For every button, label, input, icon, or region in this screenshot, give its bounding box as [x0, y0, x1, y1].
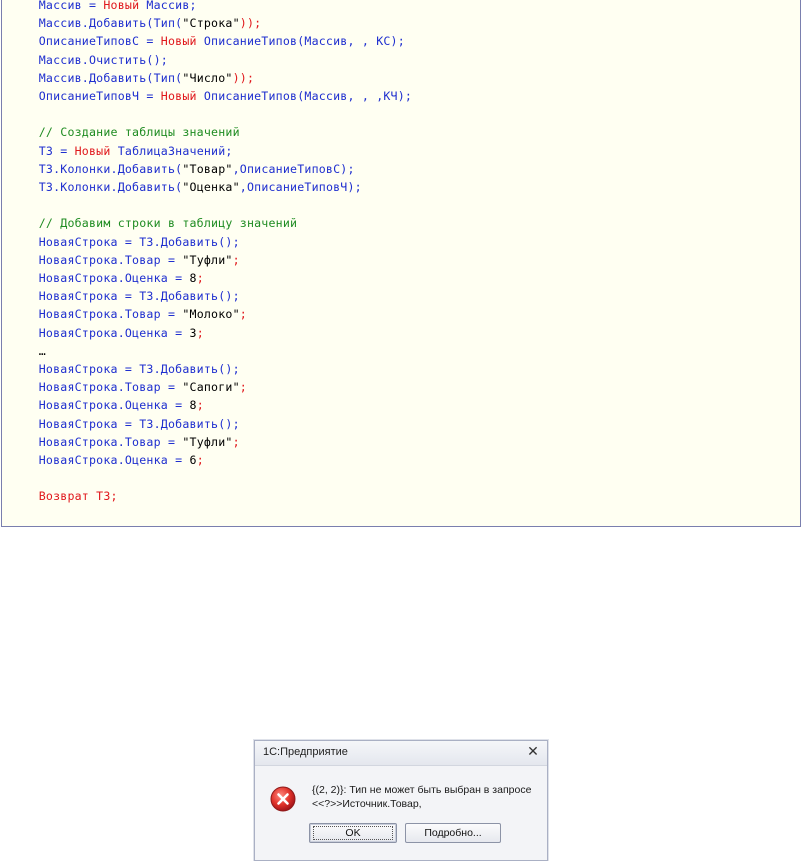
code-token: // Добавим строки в таблицу значений	[10, 216, 298, 231]
code-token: ОписаниеТиповС =	[10, 34, 161, 49]
code-token: НоваяСтрока.Товар =	[10, 252, 183, 267]
code-token: ТЗ =	[10, 143, 75, 158]
code-token: Возврат ТЗ;	[10, 489, 118, 504]
focus-rect	[313, 826, 393, 840]
code-token: Массив.Очистить();	[10, 52, 168, 67]
dialog-titlebar[interactable]: 1С:Предприятие ✕	[255, 741, 547, 766]
ok-button[interactable]: OK	[309, 823, 397, 843]
code-line: НоваяСтрока.Оценка = 8;	[10, 396, 204, 414]
code-line: НоваяСтрока = ТЗ.Добавить();	[10, 415, 240, 433]
message-line-2: <<?>>Источник.Товар,	[312, 798, 422, 810]
dialog-title: 1С:Предприятие	[263, 746, 348, 758]
code-token: НоваяСтрока.Оценка =	[10, 325, 190, 340]
code-token: Массив =	[10, 0, 104, 12]
code-token: КонецФункции	[10, 526, 96, 527]
code-token: НоваяСтрока.Оценка =	[10, 453, 190, 467]
code-token: "Число"	[182, 70, 233, 85]
code-token: Новый	[160, 34, 197, 49]
code-token: "Товар"	[182, 161, 233, 176]
code-token: НоваяСтрока = ТЗ.Добавить();	[10, 416, 240, 431]
code-token: ,ОписаниеТиповС);	[232, 161, 355, 176]
dialog-message: {(2, 2)}: Тип не может быть выбран в зап…	[312, 783, 542, 811]
code-token: …	[10, 343, 46, 358]
code-token: ;	[196, 398, 204, 413]
code-line: НоваяСтрока.Оценка = 6;	[10, 451, 204, 469]
code-token: НоваяСтрока.Товар =	[10, 434, 183, 449]
code-line: НоваяСтрока.Товар = "Туфли";	[10, 251, 240, 269]
code-token: НоваяСтрока = ТЗ.Добавить();	[10, 289, 240, 304]
code-line: // Создание таблицы значений	[10, 123, 240, 141]
code-line: ОписаниеТиповЧ = Новый ОписаниеТипов(Мас…	[10, 87, 412, 105]
code-token: ));	[232, 70, 255, 85]
code-line: НоваяСтрока.Оценка = 8;	[10, 269, 204, 287]
code-token: "Молоко"	[182, 307, 240, 322]
code-token: ;	[232, 434, 240, 449]
code-token: // Создание таблицы значений	[10, 125, 240, 140]
code-token: ;	[196, 271, 204, 285]
code-token: ;	[239, 307, 247, 322]
error-icon	[270, 786, 296, 812]
code-token: ;	[196, 325, 204, 340]
details-button-label: Подробно...	[424, 827, 482, 839]
code-line: НоваяСтрока.Оценка = 3;	[10, 324, 204, 342]
code-token: НоваяСтрока.Оценка =	[10, 271, 190, 285]
code-token: "Строка"	[182, 16, 240, 31]
code-token: НоваяСтрока = ТЗ.Добавить();	[10, 234, 240, 249]
code-token: ;	[196, 453, 204, 467]
code-line: Массив.Добавить(Тип("Число"));	[10, 69, 254, 87]
code-line: ТЗ = Новый ТаблицаЗначений;	[10, 142, 233, 160]
code-line: Массив.Очистить();	[10, 51, 168, 69]
code-line: ТЗ.Колонки.Добавить("Товар",ОписаниеТипо…	[10, 160, 355, 178]
code-token: Новый	[74, 143, 111, 158]
code-line: // Добавим строки в таблицу значений	[10, 214, 297, 232]
code-token: Массив.Добавить(Тип(	[10, 70, 183, 85]
code-line: НоваяСтрока.Товар = "Сапоги";	[10, 378, 247, 396]
code-token: ОписаниеТипов(Массив, , КС);	[196, 34, 405, 49]
code-token: НоваяСтрока.Товар =	[10, 307, 183, 322]
code-token: ТЗ.Колонки.Добавить(	[10, 180, 183, 194]
code-token: Новый	[160, 89, 197, 103]
code-token: "Туфли"	[182, 434, 233, 449]
code-line: НоваяСтрока.Товар = "Туфли";	[10, 433, 240, 451]
code-line: Возврат ТЗ;	[10, 487, 118, 505]
code-token: "Туфли"	[182, 252, 233, 267]
code-token: Новый	[103, 0, 140, 12]
code-token: НоваяСтрока.Оценка =	[10, 398, 190, 413]
code-editor[interactable]: Массив = Новый Массив; Массив.Добавить(Т…	[1, 0, 801, 527]
code-line: ТЗ.Колонки.Добавить("Оценка",ОписаниеТип…	[10, 178, 362, 196]
dialog-body: {(2, 2)}: Тип не может быть выбран в зап…	[255, 766, 547, 860]
code-token: ;	[239, 380, 247, 395]
code-token: ,ОписаниеТиповЧ);	[239, 180, 362, 194]
code-line: …	[10, 342, 46, 360]
code-token: "Оценка"	[182, 180, 240, 194]
code-token: ОписаниеТипов(Массив, , ,КЧ);	[196, 89, 413, 103]
code-token: ОписаниеТиповЧ =	[10, 89, 161, 103]
code-line: ОписаниеТиповС = Новый ОписаниеТипов(Мас…	[10, 32, 405, 50]
code-token: Массив;	[139, 0, 197, 12]
details-button[interactable]: Подробно...	[405, 823, 501, 843]
code-line: НоваяСтрока.Товар = "Молоко";	[10, 305, 247, 323]
code-line: Массив = Новый Массив;	[10, 0, 197, 14]
code-token: 8	[189, 271, 197, 285]
code-token: "Сапоги"	[182, 380, 240, 395]
code-token: НоваяСтрока = ТЗ.Добавить();	[10, 362, 240, 376]
code-token: 8	[189, 398, 197, 413]
code-token: 6	[189, 453, 197, 467]
code-token: Массив.Добавить(Тип(	[10, 16, 183, 31]
code-line: НоваяСтрока = ТЗ.Добавить();	[10, 287, 240, 305]
code-line: НоваяСтрока = ТЗ.Добавить();	[10, 360, 240, 378]
code-line: НоваяСтрока = ТЗ.Добавить();	[10, 233, 240, 251]
error-dialog: 1С:Предприятие ✕ {(2, 2)}: Тип не может …	[254, 740, 548, 861]
code-token: ));	[239, 16, 262, 31]
code-token: ТаблицаЗначений;	[110, 143, 233, 158]
code-token: НоваяСтрока.Товар =	[10, 380, 183, 395]
close-icon[interactable]: ✕	[525, 744, 541, 760]
code-token: ТЗ.Колонки.Добавить(	[10, 161, 183, 176]
message-line-1: {(2, 2)}: Тип не может быть выбран в зап…	[312, 784, 532, 796]
code-token: ;	[232, 252, 240, 267]
code-token: 3	[189, 325, 197, 340]
code-line: Массив.Добавить(Тип("Строка"));	[10, 14, 261, 32]
code-line: КонецФункции	[10, 524, 96, 527]
